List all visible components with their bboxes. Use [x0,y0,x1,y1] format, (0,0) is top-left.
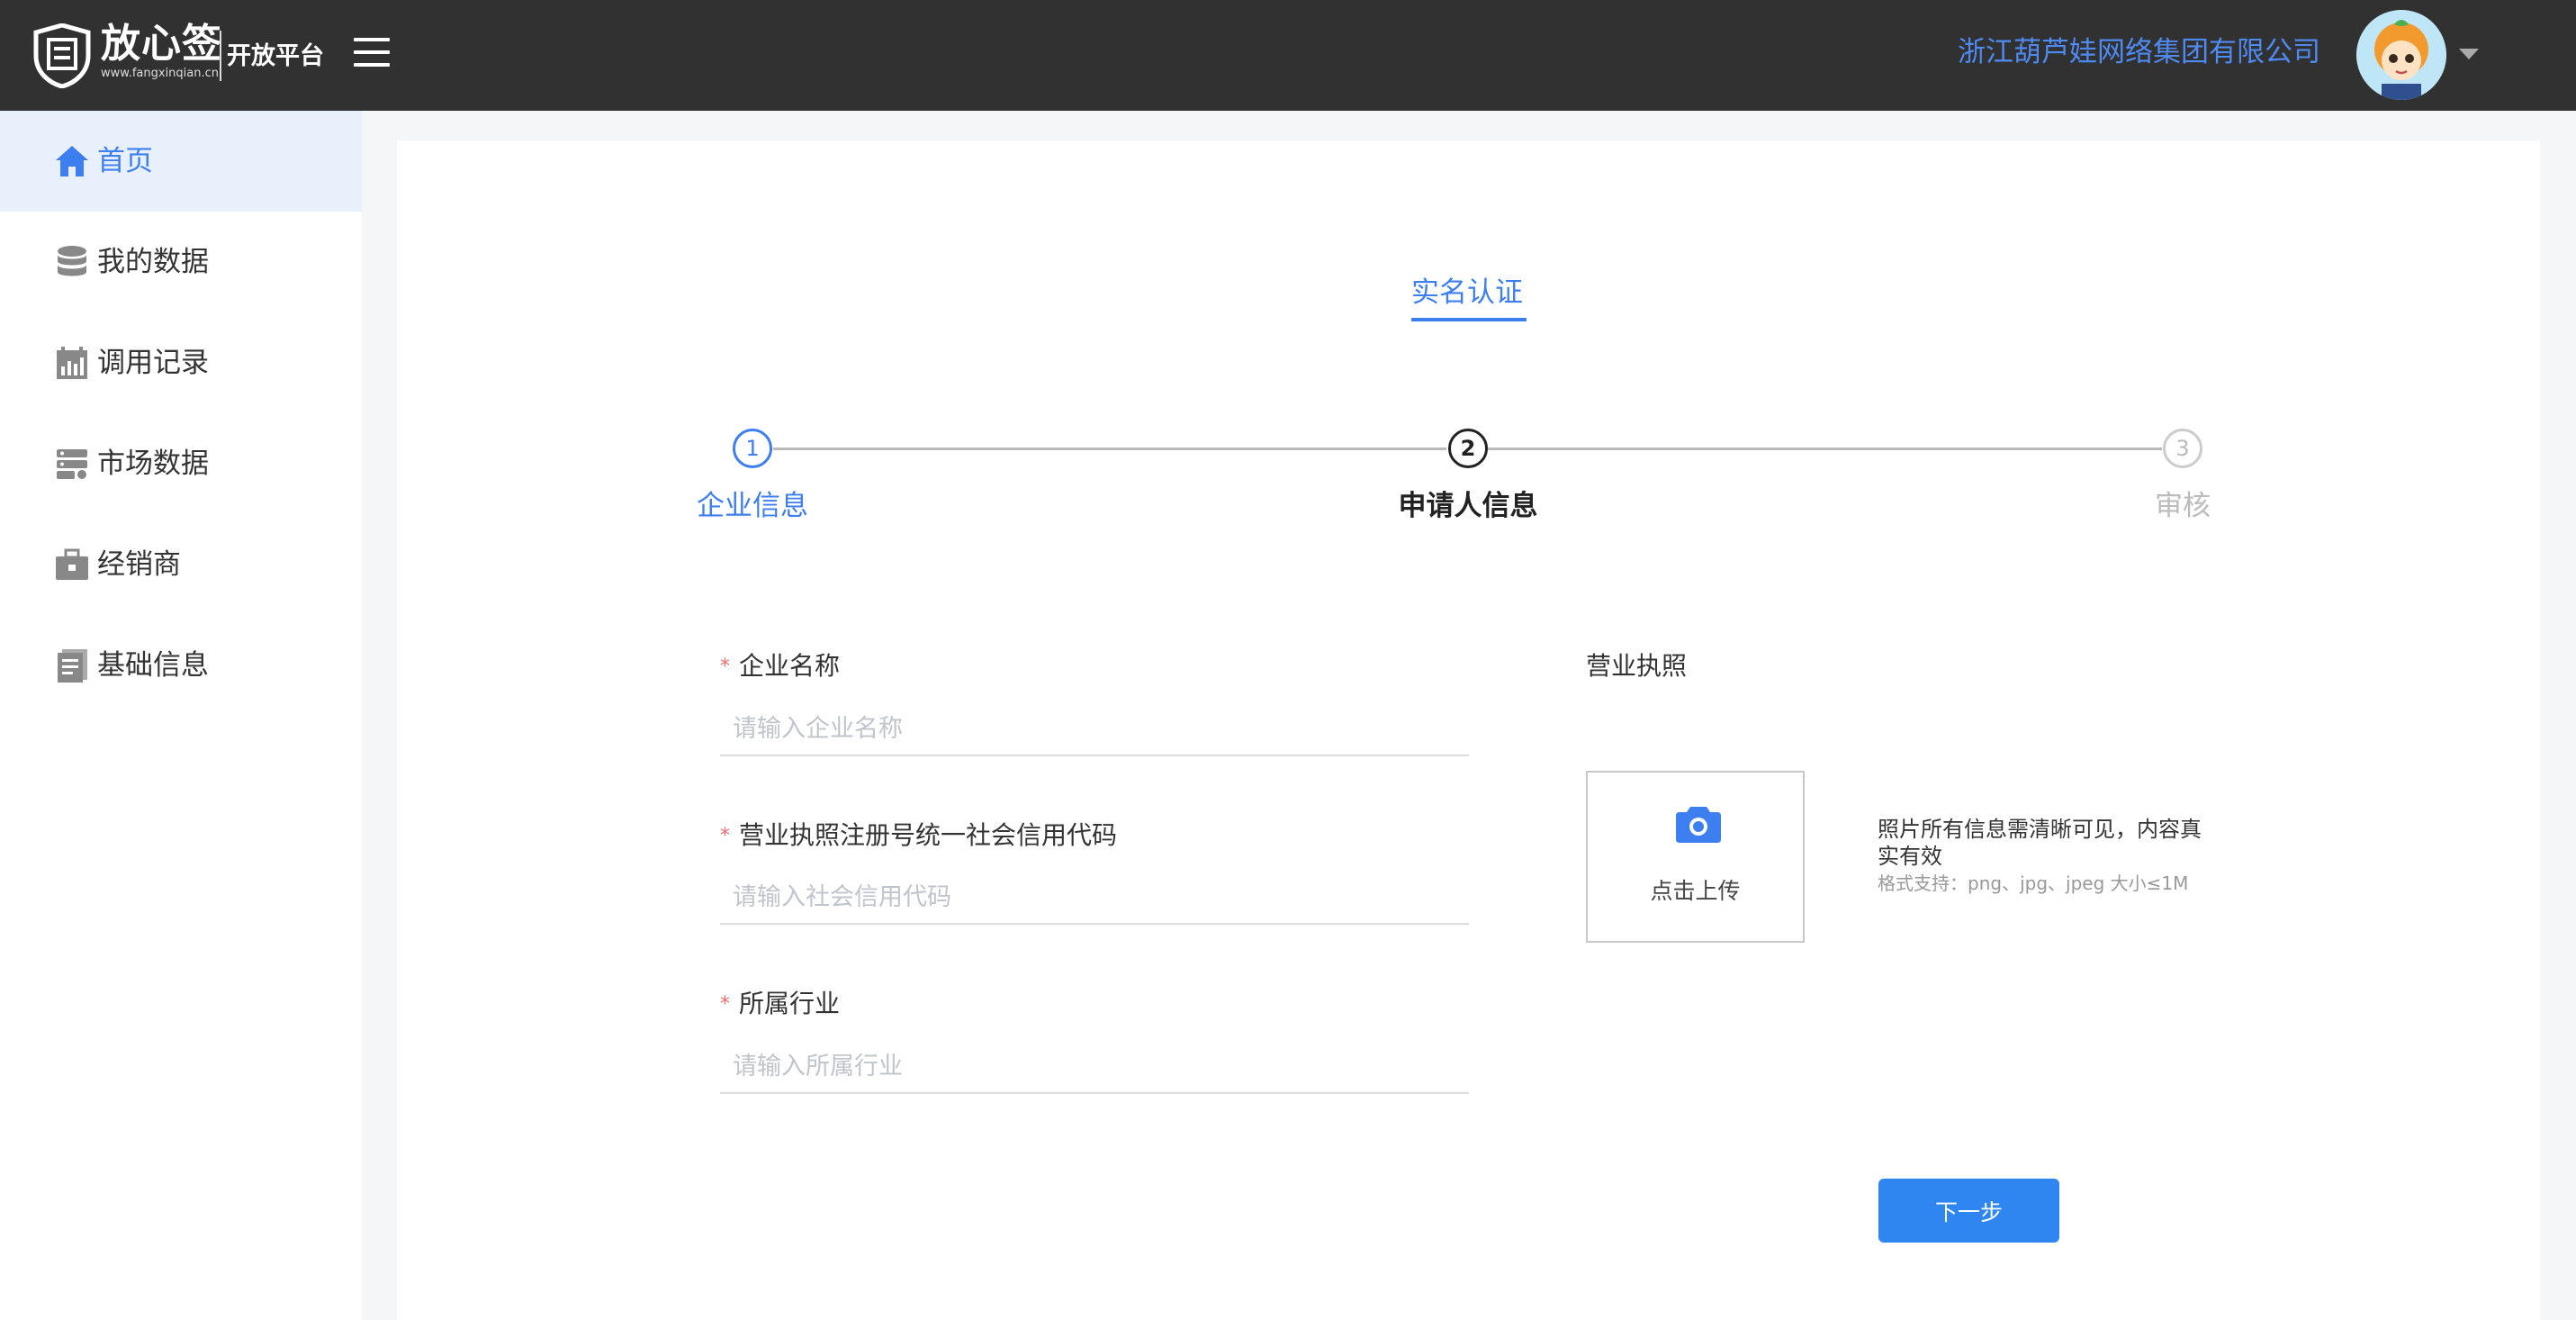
required-asterisk: * [720,993,730,1016]
step-connector-2 [1488,448,2162,450]
sidebar-item-home[interactable]: 首页 [0,111,362,212]
industry-label: * 所属行业 [720,989,841,1018]
license-upload-button[interactable]: 点击上传 [1586,771,1805,943]
sidebar-item-label: 首页 [97,145,153,177]
sidebar-item-market-data[interactable]: 市场数据 [0,413,362,514]
document-icon [58,649,87,683]
tab-active-underline [1411,318,1527,321]
home-icon [56,146,88,176]
business-license-label: 营业执照 [1586,651,1688,681]
step-1-label: 企业信息 [697,490,808,522]
sidebar-item-label: 市场数据 [97,448,209,480]
credit-code-input[interactable] [720,871,1469,925]
sidebar-item-my-data[interactable]: 我的数据 [0,212,362,312]
server-icon [57,449,87,479]
required-asterisk: * [720,825,730,847]
top-header: 放心签 www.fangxinqian.cn 开放平台 浙江葫芦娃网络集团有限公… [0,0,2576,111]
step-2-label: 申请人信息 [1398,490,1538,522]
sidebar-item-basic-info[interactable]: 基础信息 [0,615,362,716]
sidebar: 首页 我的数据 调用记录 市场数据 经销商 基础信息 [0,111,362,1320]
brand-divider [220,31,221,81]
step-connector-1 [773,448,1446,450]
brand-subtitle: 开放平台 [227,42,324,70]
sidebar-item-dealers[interactable]: 经销商 [0,514,362,615]
brand-name: 放心签 [101,21,222,67]
sidebar-item-label: 调用记录 [97,347,209,379]
company-name-label: * 企业名称 [720,651,841,681]
hamburger-menu-icon[interactable] [354,38,390,68]
credit-code-label: * 营业执照注册号统一社会信用代码 [720,820,1118,850]
chevron-down-icon[interactable] [2459,49,2479,59]
camera-icon [1676,807,1721,843]
step-2-circle: 2 [1448,429,1488,468]
calendar-chart-icon [57,347,87,379]
upload-text: 点击上传 [1650,878,1741,904]
sidebar-item-label: 经销商 [97,548,181,581]
sidebar-item-label: 我的数据 [97,246,209,278]
industry-input[interactable] [720,1040,1469,1094]
upload-hint: 照片所有信息需清晰可见，内容真实有效 [1878,817,2202,869]
required-asterisk: * [720,655,730,678]
step-3-label: 审核 [2155,490,2211,522]
database-icon [58,246,86,276]
cartoon-avatar-icon [2356,10,2446,100]
briefcase-icon [56,548,88,580]
avatar[interactable] [2356,10,2446,100]
upload-format-hint: 格式支持：png、jpg、jpeg 大小≤1M [1878,872,2189,894]
tab-real-name-verification[interactable]: 实名认证 [1411,275,1523,311]
company-name-input[interactable] [720,702,1469,756]
step-3-circle: 3 [2163,429,2202,468]
sidebar-item-call-records[interactable]: 调用记录 [0,312,362,413]
brand-url: www.fangxinqian.cn [101,67,220,80]
step-1-circle: 1 [733,429,772,468]
company-name[interactable]: 浙江葫芦娃网络集团有限公司 [1958,34,2320,70]
shield-logo-icon [33,23,91,88]
next-step-button[interactable]: 下一步 [1878,1179,2059,1243]
sidebar-item-label: 基础信息 [97,649,209,682]
